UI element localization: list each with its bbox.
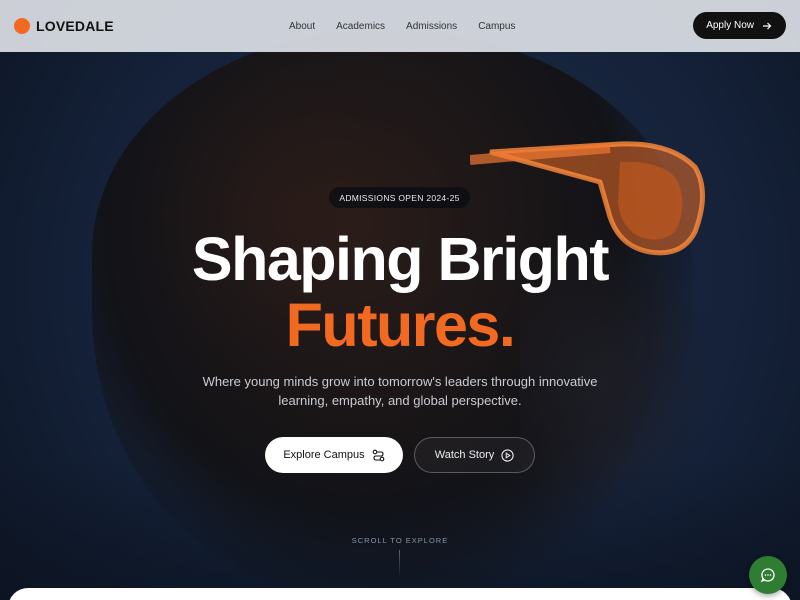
- apply-now-label: Apply Now: [706, 20, 754, 31]
- route-icon: [372, 449, 385, 461]
- hero-bottom-fade: [0, 460, 800, 600]
- chat-button[interactable]: [749, 556, 787, 594]
- hero-subtitle: Where young minds grow into tomorrow's l…: [202, 374, 598, 408]
- hero-title-line2: Futures.: [285, 291, 516, 359]
- nav-link-academics[interactable]: Academics: [336, 21, 385, 32]
- logo[interactable]: LOVEDALE: [14, 18, 114, 34]
- watch-story-label: Watch Story: [434, 449, 495, 461]
- apply-now-button[interactable]: Apply Now: [693, 12, 786, 39]
- scroll-hint: SCROLL TO EXPLORE: [351, 536, 449, 545]
- nav-link-campus[interactable]: Campus: [478, 21, 515, 32]
- main-nav: About Academics Admissions Campus: [289, 0, 536, 52]
- next-section-panel: [8, 588, 792, 600]
- logo-dot-icon: [14, 18, 30, 34]
- hero-title-line1: Shaping Bright: [191, 225, 610, 293]
- scroll-indicator-line: [399, 550, 400, 577]
- explore-campus-button[interactable]: Explore Campus: [265, 437, 403, 473]
- admissions-badge: ADMISSIONS OPEN 2024-25: [329, 187, 470, 208]
- watch-story-button[interactable]: Watch Story: [414, 437, 535, 473]
- nav-link-admissions[interactable]: Admissions: [406, 21, 457, 32]
- arrow-right-icon: [763, 22, 772, 29]
- logo-text: LOVEDALE: [36, 18, 114, 34]
- explore-campus-label: Explore Campus: [283, 449, 365, 461]
- play-circle-icon: [501, 448, 514, 462]
- nav-link-about[interactable]: About: [289, 21, 315, 32]
- chat-bubble-icon: [760, 568, 775, 583]
- site-header: LOVEDALE About Academics Admissions Camp…: [0, 0, 800, 52]
